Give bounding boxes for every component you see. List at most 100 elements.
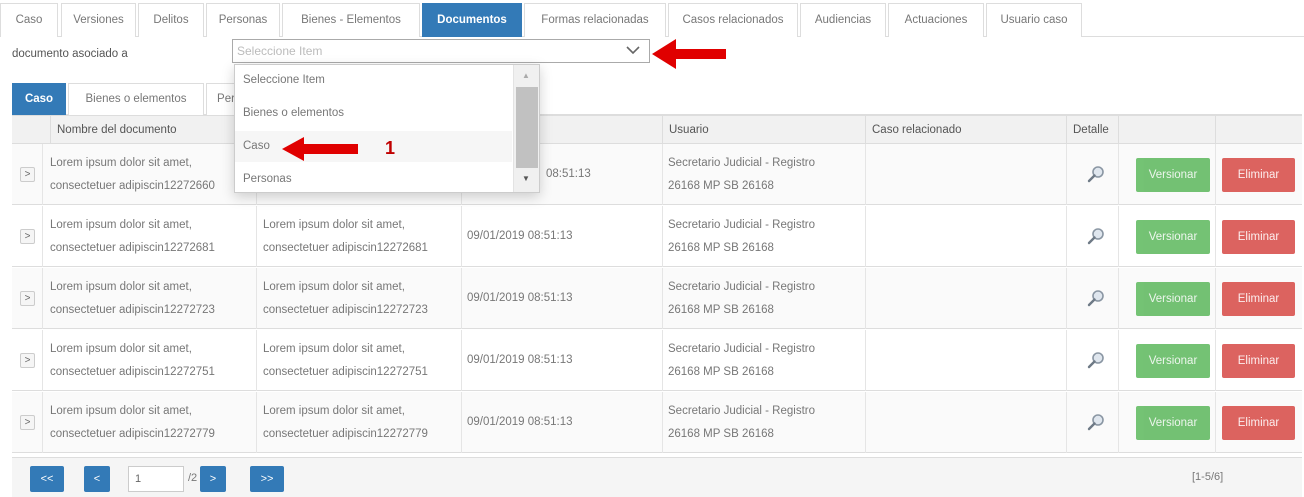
cell-usuario-line2: 26168 MP SB 26168 [668,428,774,440]
table-row: > Lorem ipsum dolor sit amet, consectetuer… [12,144,1302,205]
row-expand-button[interactable]: > [20,415,35,430]
column-divider [1118,392,1119,453]
cell-usuario-line1: Secretario Judicial - Registro [668,219,816,231]
eliminar-button[interactable]: Eliminar [1222,344,1295,378]
cell-nombre-line1: Lorem ipsum dolor sit amet, [50,281,192,293]
column-divider [1066,268,1067,329]
tab-audiencias[interactable]: Audiencias [800,3,886,37]
dropdown-option-bienes[interactable]: Bienes o elementos [235,98,512,129]
versionar-button[interactable]: Versionar [1136,220,1210,254]
select-placeholder: Seleccione Item [237,44,323,58]
pager: << < 1 /2 > >> [1-5/6] [12,457,1302,497]
eliminar-button[interactable]: Eliminar [1222,282,1295,316]
pager-last-button[interactable]: >> [250,466,284,492]
tab-documentos[interactable]: Documentos [422,3,522,37]
table-row: > Lorem ipsum dolor sit amet, consectetuer… [12,206,1302,267]
top-tab-bar: Caso Versiones Delitos Personas Bienes -… [0,0,1304,37]
cell-desc-line2: consectetuer adipiscin12272751 [263,366,428,378]
tab-actuaciones[interactable]: Actuaciones [888,3,984,37]
column-divider [1066,330,1067,391]
table-row: > Lorem ipsum dolor sit amet, consectetuer… [12,268,1302,329]
versionar-button[interactable]: Versionar [1136,158,1210,192]
cell-usuario-line1: Secretario Judicial - Registro [668,157,816,169]
column-divider [865,268,866,329]
cell-desc-line1: Lorem ipsum dolor sit amet, [263,219,405,231]
row-expand-button[interactable]: > [20,229,35,244]
pager-range: [1-5/6] [1192,471,1224,483]
pager-prev-button[interactable]: < [84,466,110,492]
dropdown-option-seleccione[interactable]: Seleccione Item [235,65,512,96]
column-divider [256,392,257,453]
column-divider [662,206,663,267]
scroll-up-icon[interactable]: ▲ [522,71,530,80]
pager-page-input[interactable]: 1 [128,466,184,492]
column-divider [42,268,43,329]
cell-nombre-line2: consectetuer adipiscin12272660 [50,180,215,192]
cell-nombre-line1: Lorem ipsum dolor sit amet, [50,405,192,417]
magnifier-icon[interactable] [1086,288,1106,308]
versionar-button[interactable]: Versionar [1136,406,1210,440]
cell-fecha: 09/01/2019 08:51:13 [467,416,573,428]
column-divider [1066,144,1067,205]
magnifier-icon[interactable] [1086,226,1106,246]
dropdown-scroll-thumb[interactable] [516,87,538,168]
eliminar-button[interactable]: Eliminar [1222,158,1295,192]
chevron-down-icon[interactable] [625,42,641,58]
row-expand-button[interactable]: > [20,291,35,306]
eliminar-button[interactable]: Eliminar [1222,220,1295,254]
header-blank-1 [1118,116,1214,144]
tab-casos-relacionados[interactable]: Casos relacionados [668,3,798,37]
scroll-down-icon[interactable]: ▼ [522,174,530,183]
row-expand-button[interactable]: > [20,167,35,182]
magnifier-icon[interactable] [1086,350,1106,370]
dropdown-option-caso[interactable]: Caso [235,131,512,162]
documento-asociado-select[interactable]: Seleccione Item [232,39,650,63]
table-row: > Lorem ipsum dolor sit amet, consectetuer… [12,392,1302,453]
column-divider [1215,144,1216,205]
column-divider [865,144,866,205]
cell-usuario-line1: Secretario Judicial - Registro [668,405,816,417]
tab-bienes-elementos[interactable]: Bienes - Elementos [282,3,420,37]
eliminar-button[interactable]: Eliminar [1222,406,1295,440]
magnifier-icon[interactable] [1086,164,1106,184]
cell-desc-line2: consectetuer adipiscin12272681 [263,242,428,254]
column-divider [662,268,663,329]
inner-tab-bar: Caso Bienes o elementos Per [12,81,1302,115]
tab-usuario-caso[interactable]: Usuario caso [986,3,1082,37]
column-divider [1215,330,1216,391]
pager-next-button[interactable]: > [200,466,226,492]
versionar-button[interactable]: Versionar [1136,282,1210,316]
cell-usuario-line2: 26168 MP SB 26168 [668,366,774,378]
annotation-arrow-caso [282,137,358,161]
column-divider [461,268,462,329]
tab-caso[interactable]: Caso [0,3,58,37]
cell-desc-line1: Lorem ipsum dolor sit amet, [263,281,405,293]
header-usuario: Usuario [662,116,862,144]
versionar-button[interactable]: Versionar [1136,344,1210,378]
cell-usuario-line2: 26168 MP SB 26168 [668,180,774,192]
header-nombre: Nombre del documento [50,116,250,144]
pager-first-button[interactable]: << [30,466,64,492]
inner-tab-caso[interactable]: Caso [12,83,66,115]
tab-delitos[interactable]: Delitos [138,3,204,37]
tab-personas[interactable]: Personas [206,3,280,37]
column-divider [865,392,866,453]
row-expand-button[interactable]: > [20,353,35,368]
dropdown-option-personas[interactable]: Personas [235,164,512,195]
cell-nombre-line2: consectetuer adipiscin12272751 [50,366,215,378]
cell-desc-line1: Lorem ipsum dolor sit amet, [263,343,405,355]
magnifier-icon[interactable] [1086,412,1106,432]
cell-desc-line1: Lorem ipsum dolor sit amet, [263,405,405,417]
column-divider [256,268,257,329]
inner-tab-bienes[interactable]: Bienes o elementos [68,83,204,115]
column-divider [256,206,257,267]
column-divider [662,330,663,391]
tab-versiones[interactable]: Versiones [61,3,136,37]
tab-formas-relacionadas[interactable]: Formas relacionadas [524,3,666,37]
cell-fecha: 09/01/2019 08:51:13 [467,354,573,366]
column-divider [865,330,866,391]
cell-desc-line2: consectetuer adipiscin12272723 [263,304,428,316]
column-divider [865,206,866,267]
annotation-number: 1 [385,138,396,158]
dropdown-scrollbar[interactable]: ▲ ▼ [513,65,539,192]
